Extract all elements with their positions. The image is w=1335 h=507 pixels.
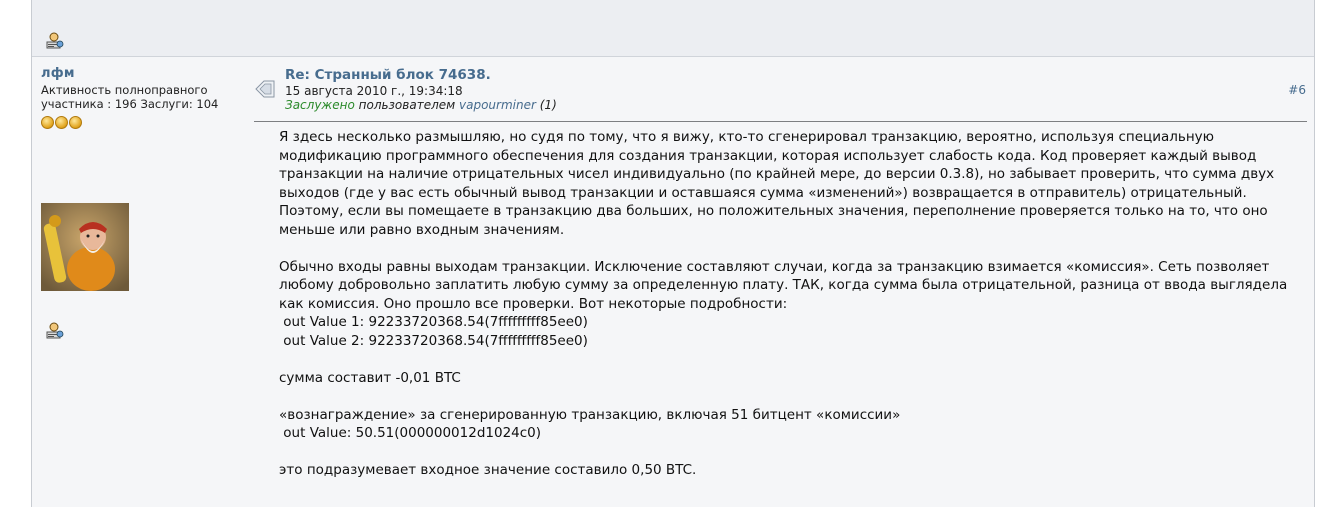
post-title[interactable]: Re: Странный блок 74638. xyxy=(285,67,491,83)
merit-by: пользователем xyxy=(358,98,456,112)
post-body: Я здесь несколько размышляю, но судя по … xyxy=(279,129,1288,478)
previous-post-footer xyxy=(32,0,1314,57)
poster-info: лфм Активность полноправного участника :… xyxy=(41,66,241,129)
merit-label: Заслужено xyxy=(285,98,355,112)
avatar xyxy=(41,203,129,291)
post-number-link[interactable]: #6 xyxy=(1288,83,1306,97)
poster-name[interactable]: лфм xyxy=(41,66,241,81)
post-icon xyxy=(255,80,275,98)
profile-icon[interactable] xyxy=(46,321,64,339)
merit-count: (1) xyxy=(539,98,557,112)
profile-icon[interactable] xyxy=(46,31,64,49)
forum-thread-frame: лфм Активность полноправного участника :… xyxy=(31,0,1315,507)
poster-rank: Активность полноправного участника : 196… xyxy=(41,83,219,111)
rank-stars xyxy=(41,114,241,129)
star-icon xyxy=(69,116,82,129)
post-date: 15 августа 2010 г., 19:34:18 xyxy=(285,84,463,98)
star-icon xyxy=(55,116,68,129)
star-icon xyxy=(41,116,54,129)
merit-line: Заслужено пользователем vapourminer (1) xyxy=(285,98,557,112)
merit-user-link[interactable]: vapourminer xyxy=(459,98,536,112)
post-divider xyxy=(254,121,1307,122)
